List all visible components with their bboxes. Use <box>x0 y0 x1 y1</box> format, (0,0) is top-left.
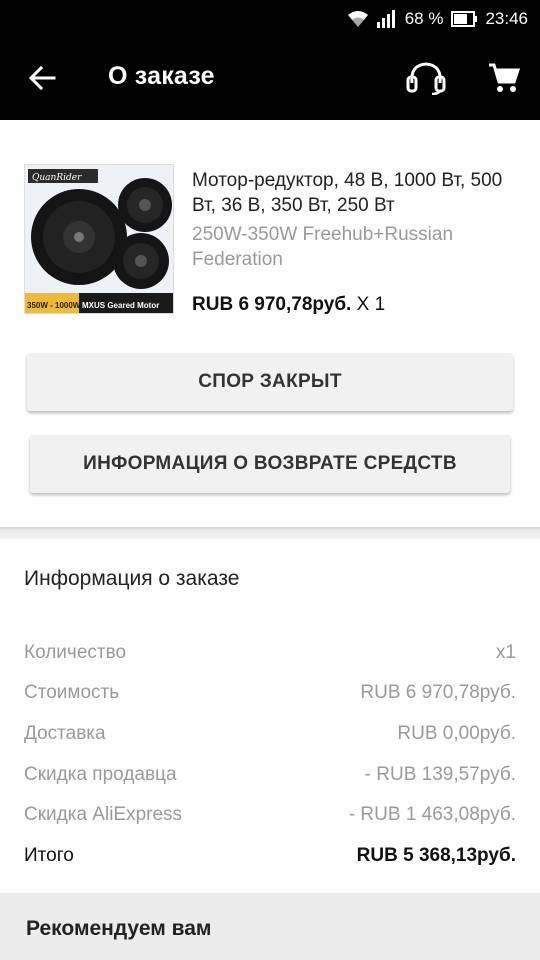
order-info-section: Информация о заказе Количество x1 Стоимо… <box>0 539 540 893</box>
product-card: QuanRider 350W - 1000W MXUS Geared Motor… <box>0 120 540 528</box>
back-button[interactable] <box>22 60 62 100</box>
status-bar: 68 % 23:46 <box>0 0 540 38</box>
product-image-caption-right: MXUS Geared Motor <box>82 301 159 310</box>
order-row-seller-discount: Скидка продавца - RUB 139,57руб. <box>24 764 516 794</box>
product-title[interactable]: Мотор-редуктор, 48 В, 1000 Вт, 500 Вт, 3… <box>192 168 512 218</box>
arrow-back-icon <box>28 64 56 97</box>
clock: 23:46 <box>485 9 528 28</box>
row-label: Количество <box>24 642 127 663</box>
recommend-section: Рекомендуем вам <box>0 893 540 960</box>
product-price: RUB 6 970,78руб. <box>192 294 352 315</box>
product-price-line: RUB 6 970,78руб. X 1 <box>192 294 385 316</box>
product-image[interactable]: QuanRider 350W - 1000W MXUS Geared Motor <box>24 164 174 314</box>
battery-percent: 68 % <box>404 9 444 28</box>
row-label: Скидка продавца <box>24 764 177 785</box>
page-title: О заказе <box>108 62 215 90</box>
product-image-caption-left: 350W - 1000W <box>27 301 81 310</box>
product-image-brand: QuanRider <box>32 173 82 183</box>
row-value: RUB 6 970,78руб. <box>360 682 516 703</box>
support-button[interactable] <box>404 58 448 102</box>
app-bar: О заказе <box>0 38 540 120</box>
row-value: - RUB 139,57руб. <box>364 764 516 785</box>
row-value: RUB 0,00руб. <box>397 723 516 744</box>
refund-info-button[interactable]: ИНФОРМАЦИЯ О ВОЗВРАТЕ СРЕДСТВ <box>30 435 510 493</box>
order-row-quantity: Количество x1 <box>24 642 516 672</box>
headset-icon <box>406 61 446 100</box>
row-value: x1 <box>495 642 516 663</box>
order-info-title: Информация о заказе <box>24 567 240 590</box>
signal-icon <box>376 10 397 28</box>
order-row-shipping: Доставка RUB 0,00руб. <box>24 723 516 753</box>
recommend-title: Рекомендуем вам <box>26 917 212 940</box>
section-divider <box>0 527 540 539</box>
row-label: Стоимость <box>24 682 120 703</box>
total-value: RUB 5 368,13руб. <box>356 845 516 866</box>
wifi-icon <box>347 9 369 29</box>
row-value: - RUB 1 463,08руб. <box>348 804 516 825</box>
row-label: Доставка <box>24 723 106 744</box>
order-row-aliexpress-discount: Скидка AliExpress - RUB 1 463,08руб. <box>24 804 516 834</box>
dispute-closed-button[interactable]: СПОР ЗАКРЫТ <box>27 353 513 411</box>
battery-icon <box>451 11 478 27</box>
total-label: Итого <box>24 845 74 866</box>
cart-button[interactable] <box>484 58 524 102</box>
cart-icon <box>488 62 521 99</box>
order-row-cost: Стоимость RUB 6 970,78руб. <box>24 682 516 712</box>
product-quantity: X 1 <box>356 294 386 315</box>
row-label: Скидка AliExpress <box>24 804 183 825</box>
product-variant: 250W-350W Freehub+Russian Federation <box>192 224 454 270</box>
order-row-total: Итого RUB 5 368,13руб. <box>24 845 516 875</box>
